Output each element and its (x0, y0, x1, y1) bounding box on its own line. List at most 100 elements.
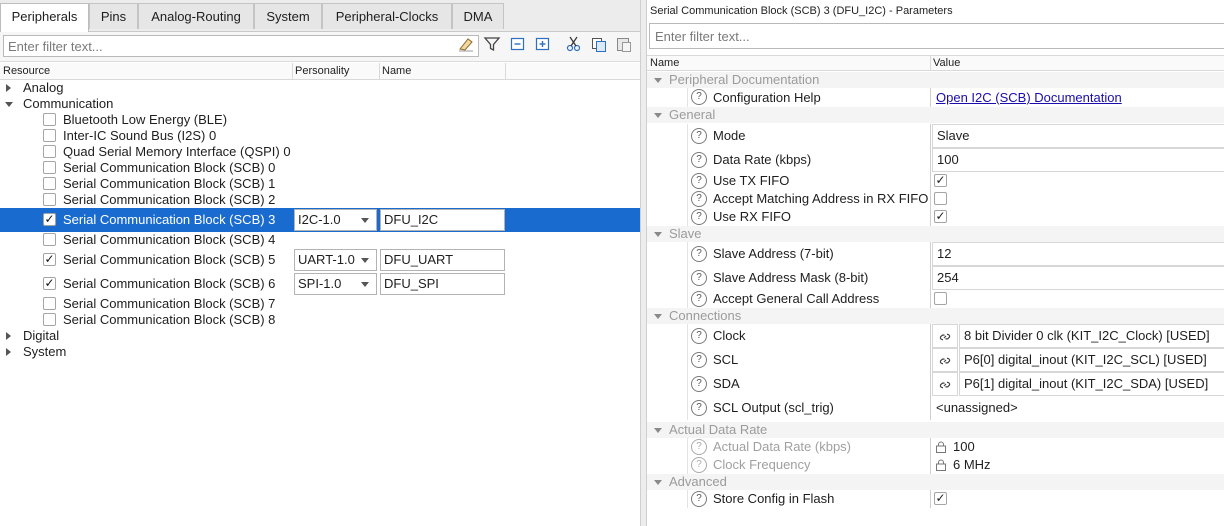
column-resource[interactable]: Resource (3, 65, 50, 77)
help-icon[interactable]: ? (691, 173, 707, 189)
enable-checkbox[interactable]: ✓ (43, 253, 56, 266)
enable-checkbox[interactable] (43, 193, 56, 206)
collapse-arrow-icon[interactable] (654, 232, 662, 237)
tree-group-digital[interactable]: Digital (0, 328, 640, 344)
help-icon[interactable]: ? (691, 270, 707, 286)
tab-dma[interactable]: DMA (452, 3, 504, 29)
eraser-icon[interactable] (457, 35, 475, 53)
collapse-arrow-icon[interactable] (654, 314, 662, 319)
sda-connection-select[interactable]: P6[1] digital_inout (KIT_I2C_SDA) [USED] (959, 372, 1224, 396)
enable-checkbox[interactable] (43, 129, 56, 142)
use-rx-fifo-checkbox[interactable]: ✓ (934, 210, 947, 223)
collapse-all-icon[interactable] (509, 35, 527, 53)
clock-connection-select[interactable]: 8 bit Divider 0 clk (KIT_I2C_Clock) [USE… (959, 324, 1224, 348)
tree-item-ble[interactable]: Bluetooth Low Energy (BLE) (0, 112, 640, 128)
tree-item-scb6[interactable]: ✓ Serial Communication Block (SCB) 6 SPI… (0, 272, 640, 296)
tree-item-scb0[interactable]: Serial Communication Block (SCB) 0 (0, 160, 640, 176)
pane-splitter[interactable] (640, 0, 647, 526)
column-personality[interactable]: Personality (295, 65, 349, 77)
tree-item-scb2[interactable]: Serial Communication Block (SCB) 2 (0, 192, 640, 208)
store-config-checkbox[interactable]: ✓ (934, 492, 947, 505)
tab-peripherals[interactable]: Peripherals (0, 3, 89, 32)
column-name[interactable]: Name (382, 65, 411, 77)
collapse-arrow-icon[interactable] (654, 428, 662, 433)
enable-checkbox[interactable] (43, 145, 56, 158)
tab-system[interactable]: System (254, 3, 322, 29)
expand-all-icon[interactable] (534, 35, 552, 53)
category-advanced[interactable]: Advanced (647, 474, 1224, 490)
category-actual-data-rate[interactable]: Actual Data Rate (647, 422, 1224, 438)
help-icon[interactable]: ? (691, 439, 707, 455)
tree-group-analog[interactable]: Analog (0, 80, 640, 96)
collapse-arrow-icon[interactable] (654, 78, 662, 83)
slave-mask-input[interactable]: 254 (932, 266, 1224, 290)
help-icon[interactable]: ? (691, 152, 707, 168)
parameters-filter-input[interactable] (649, 23, 1224, 49)
help-icon[interactable]: ? (691, 328, 707, 344)
enable-checkbox[interactable] (43, 177, 56, 190)
enable-checkbox[interactable] (43, 161, 56, 174)
category-peripheral-documentation[interactable]: Peripheral Documentation (647, 72, 1224, 88)
expand-arrow-icon[interactable] (6, 332, 11, 340)
personality-select[interactable]: I2C-1.0 (294, 209, 377, 231)
column-param-name[interactable]: Name (650, 57, 679, 69)
enable-checkbox[interactable]: ✓ (43, 277, 56, 290)
scl-connection-select[interactable]: P6[0] digital_inout (KIT_I2C_SCL) [USED] (959, 348, 1224, 372)
instance-name-field[interactable]: DFU_UART (380, 249, 505, 271)
personality-select[interactable]: UART-1.0 (294, 249, 377, 271)
tab-pins[interactable]: Pins (89, 3, 138, 29)
help-icon[interactable]: ? (691, 352, 707, 368)
use-tx-fifo-checkbox[interactable]: ✓ (934, 174, 947, 187)
help-icon[interactable]: ? (691, 457, 707, 473)
tree-group-system[interactable]: System (0, 344, 640, 360)
accept-general-call-checkbox[interactable] (934, 292, 947, 305)
expand-arrow-icon[interactable] (6, 84, 11, 92)
instance-name-field[interactable]: DFU_I2C (380, 209, 505, 231)
category-general[interactable]: General (647, 107, 1224, 123)
tab-peripheral-clocks[interactable]: Peripheral-Clocks (322, 3, 452, 29)
help-icon[interactable]: ? (691, 209, 707, 225)
expand-arrow-icon[interactable] (6, 348, 11, 356)
enable-checkbox[interactable] (43, 313, 56, 326)
slave-address-input[interactable]: 12 (932, 242, 1224, 266)
tab-analog-routing[interactable]: Analog-Routing (138, 3, 254, 29)
tree-item-i2s[interactable]: Inter-IC Sound Bus (I2S) 0 (0, 128, 640, 144)
help-icon[interactable]: ? (691, 191, 707, 207)
help-icon[interactable]: ? (691, 246, 707, 262)
enable-checkbox[interactable] (43, 297, 56, 310)
mode-select[interactable]: Slave (932, 124, 1224, 148)
paste-icon[interactable] (615, 35, 633, 53)
category-connections[interactable]: Connections (647, 308, 1224, 324)
tree-item-scb3[interactable]: ✓ Serial Communication Block (SCB) 3 I2C… (0, 208, 640, 232)
help-icon[interactable]: ? (691, 128, 707, 144)
category-slave[interactable]: Slave (647, 226, 1224, 242)
help-icon[interactable]: ? (691, 491, 707, 507)
instance-name-field[interactable]: DFU_SPI (380, 273, 505, 295)
tree-item-scb4[interactable]: Serial Communication Block (SCB) 4 (0, 232, 640, 248)
documentation-link[interactable]: Open I2C (SCB) Documentation (936, 88, 1122, 107)
help-icon[interactable]: ? (691, 291, 707, 307)
scl-output-value[interactable]: <unassigned> (936, 396, 1018, 420)
copy-icon[interactable] (590, 35, 608, 53)
cut-icon[interactable] (565, 35, 583, 53)
enable-checkbox[interactable] (43, 233, 56, 246)
tree-group-communication[interactable]: Communication (0, 96, 640, 112)
tree-item-scb1[interactable]: Serial Communication Block (SCB) 1 (0, 176, 640, 192)
collapse-arrow-icon[interactable] (5, 102, 13, 107)
resource-filter-input[interactable] (3, 35, 479, 57)
link-icon[interactable] (932, 372, 958, 396)
link-icon[interactable] (932, 324, 958, 348)
column-param-value[interactable]: Value (933, 57, 960, 69)
tree-item-scb5[interactable]: ✓ Serial Communication Block (SCB) 5 UAR… (0, 248, 640, 272)
help-icon[interactable]: ? (691, 376, 707, 392)
collapse-arrow-icon[interactable] (654, 113, 662, 118)
data-rate-input[interactable]: 100 (932, 148, 1224, 172)
personality-select[interactable]: SPI-1.0 (294, 273, 377, 295)
filter-icon[interactable] (483, 35, 501, 53)
help-icon[interactable]: ? (691, 89, 707, 105)
tree-item-scb8[interactable]: Serial Communication Block (SCB) 8 (0, 312, 640, 328)
accept-matching-checkbox[interactable] (934, 192, 947, 205)
link-icon[interactable] (932, 348, 958, 372)
enable-checkbox[interactable] (43, 113, 56, 126)
tree-item-scb7[interactable]: Serial Communication Block (SCB) 7 (0, 296, 640, 312)
